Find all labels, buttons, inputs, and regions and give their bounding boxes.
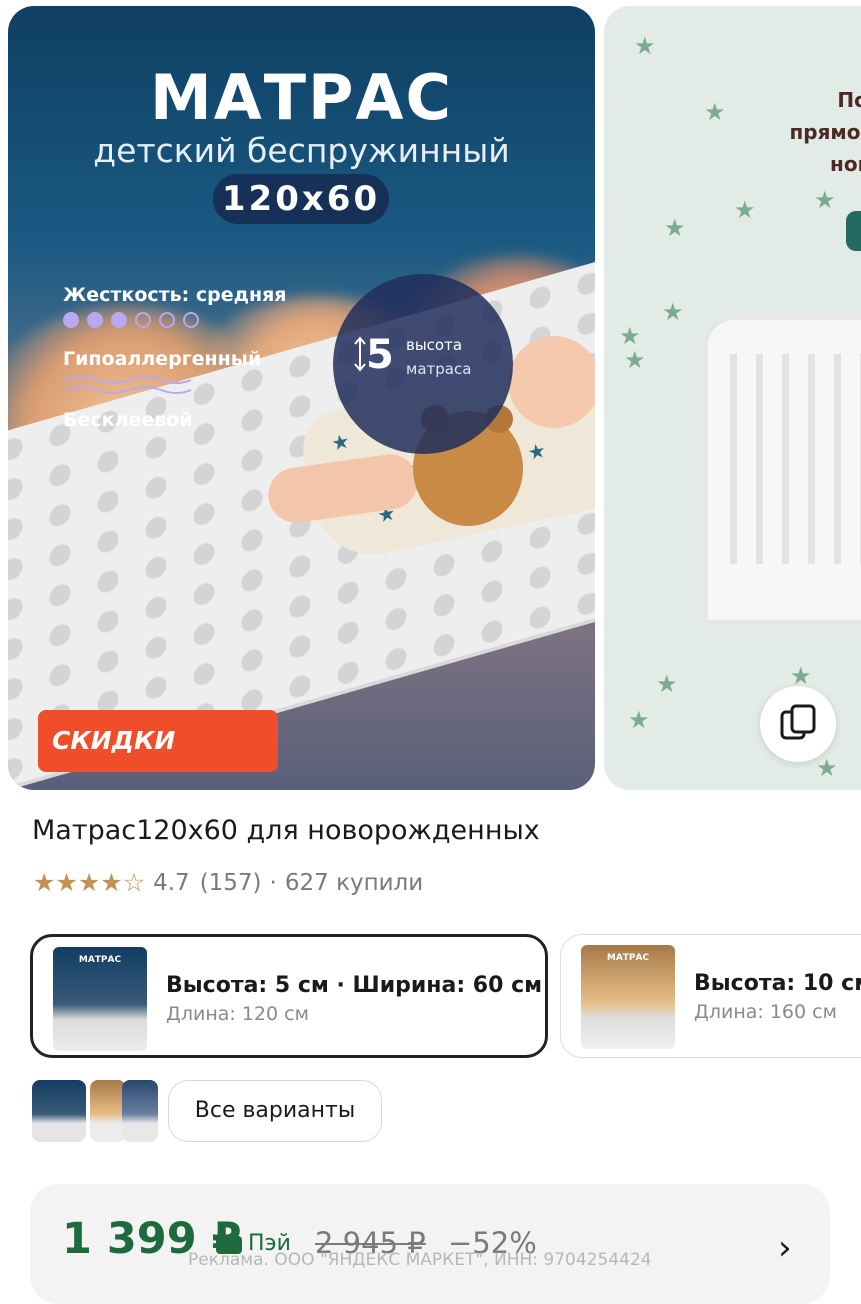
stiffness-dot [87,312,103,328]
star-icon: ★ [77,868,101,897]
second-card-text: Под [837,88,861,112]
rating-row[interactable]: ★ ★ ★ ★ ☆ 4.7 (157) · 627 купили [33,868,423,897]
stiffness-level-indicator [63,312,199,328]
star-decoration-icon: ★ [814,186,836,214]
wave-icon [64,376,192,394]
variant-card-selected[interactable]: МАТРАС Высота: 5 см · Ширина: 60 см Длин… [30,934,548,1058]
star-decoration-icon: ★ [734,196,756,224]
compare-icon [780,704,816,740]
star-decoration-icon: ★ [662,298,684,326]
variant-card[interactable]: МАТРАС Высота: 10 см Длина: 160 см [560,934,861,1058]
reviews-count: (157) [199,869,262,896]
separator-dot: · [269,869,277,896]
stiffness-dot [135,312,151,328]
weekly-sale-button[interactable]: СКИДКИ НЕДЕЛИ › [38,710,278,790]
rating-value: 4.7 [153,869,190,896]
variant-mini-thumbnail[interactable] [32,1080,86,1142]
product-title: Матрас120х60 для новорожденных [32,815,540,846]
star-decoration-icon: ★ [656,670,678,698]
second-card-text: прямоуг [789,120,861,144]
variant-thumbnail: МАТРАС [581,945,675,1049]
feature-glueless: Бесклеевой [63,409,193,431]
variant-mini-thumbnail[interactable] [122,1080,158,1142]
stiffness-dot [111,312,127,328]
banner-title: МАТРАС [150,61,453,134]
star-decoration-icon: ★ [628,706,650,734]
height-label-2: матраса [406,360,472,378]
all-variants-button[interactable]: Все варианты [168,1080,382,1142]
variant-length: Длина: 120 см [166,1003,309,1025]
banner-size-badge: 120х60 [213,174,389,224]
variant-dimensions: Высота: 10 см [694,971,861,996]
chevron-right-icon[interactable]: › [778,1228,792,1268]
product-image-main[interactable]: ★ ★ ★ ★ ★ МАТРАС детский беспружинный 12… [8,6,595,790]
variant-dimensions: Высота: 5 см · Ширина: 60 см [166,973,543,998]
stiffness-dot [183,312,199,328]
bought-count: 627 купили [284,869,424,896]
star-icon: ☆ [122,868,146,897]
star-icon: ★ [55,868,78,897]
star-icon: ★ [33,868,56,897]
star-icon: ★ [100,868,123,897]
price-bar[interactable]: 1 399 ₽ Пэй 2 945 ₽ −52% › [30,1184,830,1304]
banner-subtitle: детский беспружинный [93,131,510,170]
variant-mini-thumbnail[interactable] [90,1080,126,1142]
second-card-badge [846,211,861,251]
stiffness-dot [159,312,175,328]
height-value: 5 [366,332,394,378]
compare-button[interactable] [760,686,836,762]
feature-hypoallergenic: Гипоаллергенный [63,348,262,370]
stiffness-dot [63,312,79,328]
star-decoration-icon: ★ [634,32,656,60]
star-decoration-icon: ★ [704,98,726,126]
variant-length: Длина: 160 см [694,1001,837,1023]
baby-head-illustration [508,336,595,428]
second-card-text: ново [830,152,861,176]
star-decoration-icon: ★ [619,322,641,350]
height-arrow-icon [354,336,366,372]
star-pattern-icon: ★ [525,437,548,466]
star-decoration-icon: ★ [624,346,646,374]
rating-stars: ★ ★ ★ ★ ☆ [33,868,145,897]
star-decoration-icon: ★ [664,214,686,242]
product-image-second[interactable]: ★ ★ ★ ★ ★ ★ ★ ★ ★ ★ ★ ★ Под прямоуг ново [604,6,861,790]
crib-illustration [704,316,861,624]
height-label: высота [406,336,463,354]
variant-thumbnail: МАТРАС [53,947,147,1051]
ad-disclaimer: Реклама. ООО "ЯНДЕКС МАРКЕТ", ИНН: 97042… [188,1250,652,1270]
star-pattern-icon: ★ [329,428,352,456]
product-image-carousel[interactable]: ★ ★ ★ ★ ★ МАТРАС детский беспружинный 12… [0,0,861,800]
feature-stiffness: Жесткость: средняя [63,284,287,306]
